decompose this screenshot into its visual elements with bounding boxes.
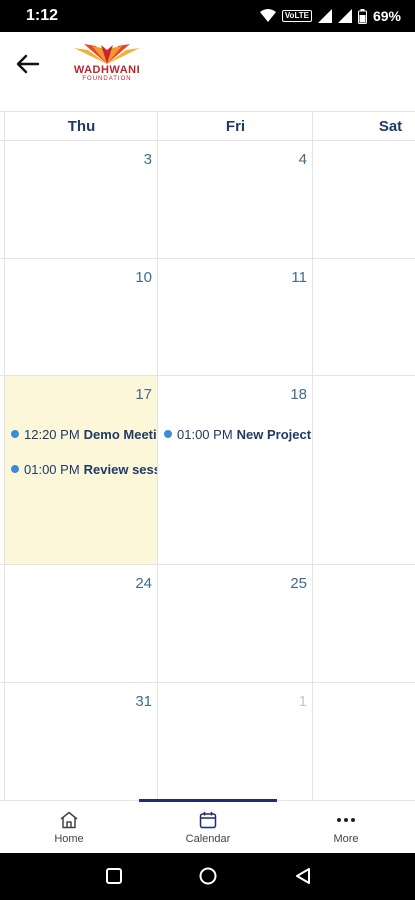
event-item[interactable]: 01:00 PM New Project [164,424,312,444]
weekday-sat: Sat [378,118,403,135]
day-cell[interactable]: 31 [5,683,157,800]
calendar-icon [199,811,217,828]
date-number: 24 [135,575,152,592]
day-cell[interactable]: 3 [5,141,157,258]
date-number: 25 [290,575,307,592]
event-title: Demo Meeting [83,426,157,442]
date-number: 10 [135,269,152,286]
event-item[interactable]: 12:20 PM Demo Meeting [11,424,157,444]
nav-calendar-label: Calendar [185,832,231,845]
nav-more[interactable]: More [277,801,415,854]
day-cell[interactable] [313,259,415,375]
calendar-grid: 3 4 10 11 17 12:20 PM Demo Meeting 01:00… [0,141,415,800]
triangle-back-icon [296,868,310,884]
back-system-button[interactable] [292,865,314,887]
arrow-left-icon [16,54,40,74]
home-system-button[interactable] [197,865,219,887]
day-cell[interactable]: 11 [158,259,312,375]
date-number: 18 [290,386,307,403]
more-dots-icon [337,817,355,822]
date-number: 31 [135,693,152,710]
event-item[interactable]: 01:00 PM Review session [11,459,157,479]
battery-icon [357,8,367,24]
date-number: 1 [298,693,307,710]
day-cell-today[interactable]: 17 12:20 PM Demo Meeting 01:00 PM Review… [5,376,157,564]
volte-badge: VoLTE [281,10,312,22]
date-number: 11 [291,269,307,286]
day-cell[interactable] [313,141,415,258]
circle-icon [199,867,217,885]
weekday-fri: Fri [225,118,246,135]
day-cell[interactable] [313,565,415,682]
event-time: 01:00 PM [24,461,80,477]
nav-home[interactable]: Home [0,801,138,854]
weekday-header: Thu Fri Sat [0,112,415,141]
status-bar: 1:12 VoLTE 69% [0,0,415,32]
event-dot-icon [11,465,19,473]
nav-more-label: More [333,832,359,845]
bottom-nav: Home Calendar More [0,799,415,854]
event-dot-icon [11,430,19,438]
home-icon [60,811,78,828]
signal-icon [317,9,332,23]
wifi-icon [259,9,276,23]
day-cell[interactable]: 10 [5,259,157,375]
logo-wings-icon [74,44,140,64]
battery-percent: 69% [372,8,401,24]
day-cell[interactable]: 4 [158,141,312,258]
date-number: 3 [143,151,152,168]
system-nav-bar [0,853,415,900]
day-cell[interactable]: 24 [5,565,157,682]
back-button[interactable] [10,46,46,82]
day-cell-other-month[interactable]: 1 [158,683,312,800]
status-icons: VoLTE 69% [259,8,401,24]
event-title: New Project [236,426,312,442]
event-title: Review session [83,461,157,477]
status-time: 1:12 [26,7,59,24]
day-cell[interactable] [313,683,415,800]
logo-subtitle: FOUNDATION [82,76,132,82]
event-time: 01:00 PM [177,426,233,442]
signal-icon-2 [337,9,352,23]
date-number: 4 [298,151,307,168]
date-number: 17 [135,386,152,403]
square-icon [106,868,122,884]
nav-home-label: Home [54,832,84,845]
day-cell[interactable] [313,376,415,564]
wadhwani-logo: WADHWANI FOUNDATION [62,42,152,88]
recents-button[interactable] [103,865,125,887]
nav-calendar[interactable]: Calendar [139,801,277,854]
day-cell[interactable]: 18 01:00 PM New Project [158,376,312,564]
app-header: WADHWANI FOUNDATION [0,32,415,112]
event-dot-icon [164,430,172,438]
weekday-thu: Thu [67,118,96,135]
day-cell[interactable]: 25 [158,565,312,682]
event-time: 12:20 PM [24,426,80,442]
logo-name: WADHWANI [73,64,141,76]
